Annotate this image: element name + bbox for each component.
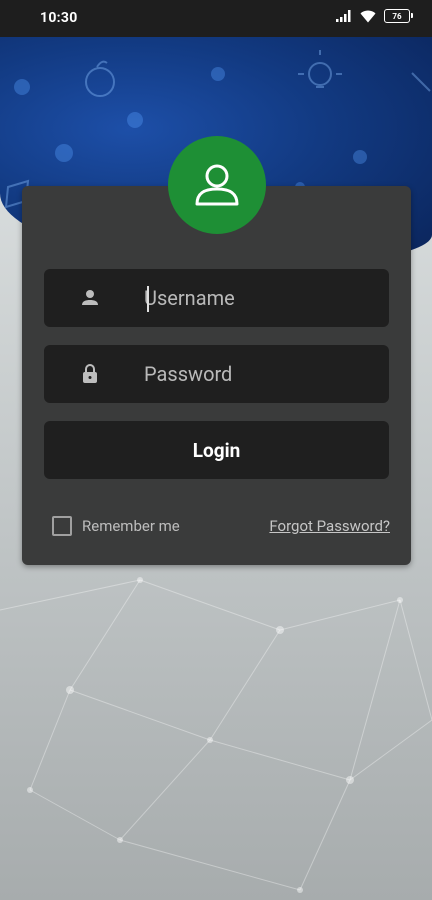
username-field[interactable] bbox=[44, 269, 389, 327]
user-avatar bbox=[168, 136, 266, 234]
network-pattern bbox=[0, 577, 432, 893]
remember-me-label: Remember me bbox=[82, 517, 180, 535]
forgot-password-link[interactable]: Forgot Password? bbox=[269, 517, 390, 535]
password-input[interactable] bbox=[144, 345, 374, 403]
user-icon bbox=[195, 164, 239, 206]
remember-me-checkbox[interactable] bbox=[52, 516, 72, 536]
signal-icon bbox=[336, 10, 351, 22]
status-time: 10:30 bbox=[40, 10, 78, 26]
text-cursor bbox=[147, 286, 149, 312]
battery-level: 76 bbox=[392, 11, 402, 21]
login-card: Login Remember me Forgot Password? bbox=[22, 186, 411, 565]
lock-icon bbox=[83, 364, 97, 383]
login-button[interactable]: Login bbox=[44, 421, 389, 479]
person-icon bbox=[82, 290, 98, 305]
remember-me[interactable]: Remember me bbox=[52, 516, 180, 536]
wifi-icon bbox=[360, 10, 376, 22]
username-input[interactable] bbox=[144, 269, 374, 327]
status-icons: 76 bbox=[336, 9, 413, 23]
password-field[interactable] bbox=[44, 345, 389, 403]
status-bar: 10:30 76 bbox=[0, 0, 432, 37]
battery-icon: 76 bbox=[384, 9, 413, 23]
